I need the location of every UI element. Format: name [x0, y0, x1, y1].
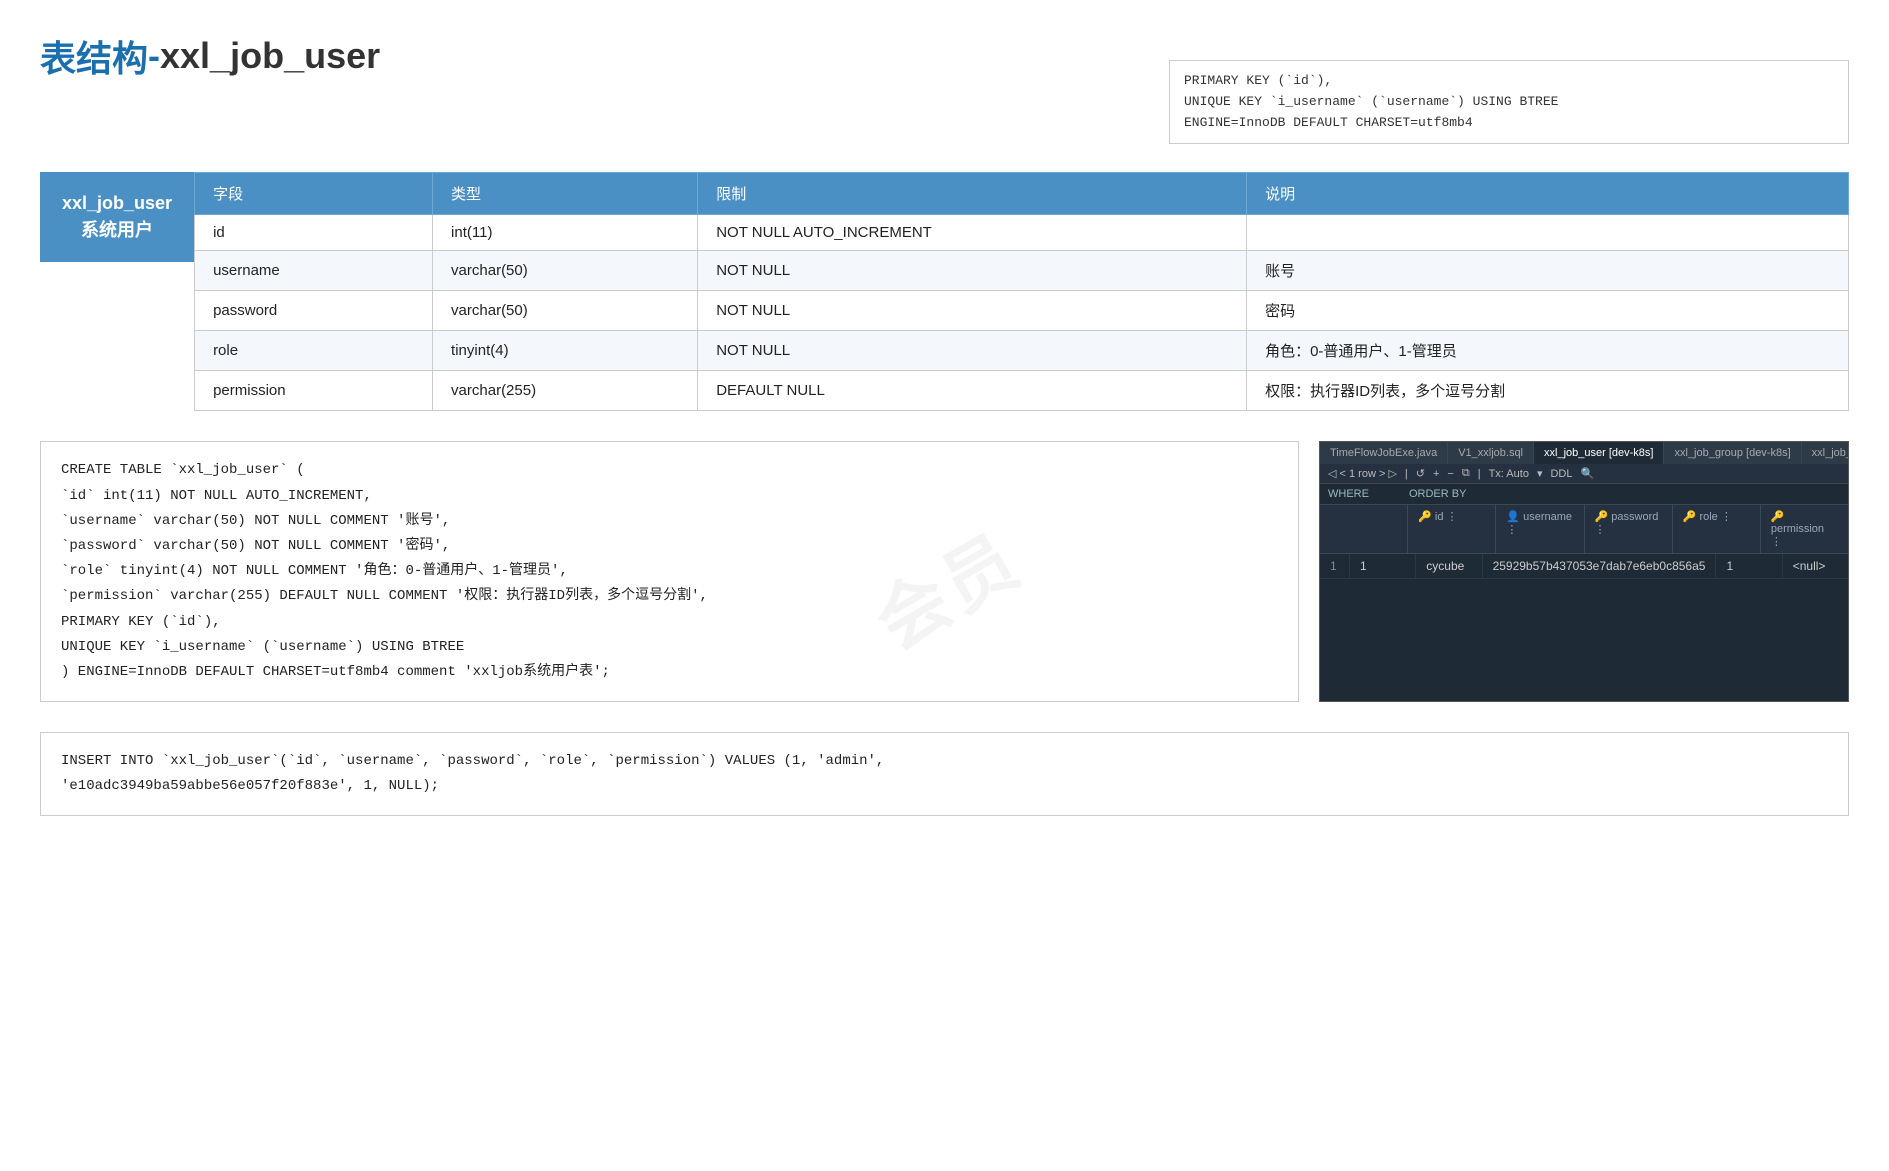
- db-tab-2[interactable]: xxl_job_user [dev-k8s]: [1534, 442, 1664, 464]
- cell-desc-1: 账号: [1247, 251, 1849, 291]
- table-label: xxl_job_user 系统用户: [40, 172, 194, 262]
- cell-type-3: tinyint(4): [433, 331, 698, 371]
- cell-type-1: varchar(50): [433, 251, 698, 291]
- insert-sql-line-0: INSERT INTO `xxl_job_user`(`id`, `userna…: [61, 749, 1828, 774]
- filter-where[interactable]: WHERE: [1328, 488, 1369, 500]
- toolbar-rows: ◁ < 1 row > ▷: [1328, 467, 1397, 480]
- top-sql-box: PRIMARY KEY (`id`), UNIQUE KEY `i_userna…: [1169, 60, 1849, 144]
- title-english: xxl_job_user: [160, 35, 380, 77]
- cell-field-4: permission: [195, 371, 433, 411]
- db-cell-role: 1: [1716, 554, 1782, 578]
- col-header-field: 字段: [195, 173, 433, 215]
- top-sql-line-3: ENGINE=InnoDB DEFAULT CHARSET=utf8mb4: [1184, 113, 1834, 134]
- toolbar-search[interactable]: 🔍: [1580, 467, 1594, 480]
- create-sql-box: CREATE TABLE `xxl_job_user` ( `id` int(1…: [40, 441, 1299, 702]
- db-toolbar: ◁ < 1 row > ▷ | ↺ + − ⧉ | Tx: Auto ▾ DDL…: [1320, 464, 1848, 484]
- col-header-constraint: 限制: [698, 173, 1247, 215]
- table-row: permissionvarchar(255)DEFAULT NULL权限：执行器…: [195, 371, 1849, 411]
- create-sql-line-1: `id` int(11) NOT NULL AUTO_INCREMENT,: [61, 484, 1278, 509]
- table-row: usernamevarchar(50)NOT NULL账号: [195, 251, 1849, 291]
- toolbar-sep3: ▾: [1537, 467, 1543, 480]
- toolbar-ddl[interactable]: DDL: [1550, 468, 1572, 480]
- db-tab-3[interactable]: xxl_job_group [dev-k8s]: [1664, 442, 1801, 464]
- cell-field-3: role: [195, 331, 433, 371]
- col-header-desc: 说明: [1247, 173, 1849, 215]
- title-chinese: 表结构: [40, 30, 148, 82]
- title-separator: -: [148, 35, 160, 77]
- cell-field-2: password: [195, 291, 433, 331]
- db-row-num: 1: [1320, 554, 1350, 578]
- db-tab-4[interactable]: xxl_job_log_report [dev-k8s: [1802, 442, 1848, 464]
- insert-sql-section: INSERT INTO `xxl_job_user`(`id`, `userna…: [40, 732, 1849, 816]
- cell-constraint-4: DEFAULT NULL: [698, 371, 1247, 411]
- cell-field-0: id: [195, 215, 433, 251]
- db-data-row: 1 1 cycube 25929b57b437053e7dab7e6eb0c85…: [1320, 554, 1848, 579]
- db-col-num: [1320, 505, 1408, 553]
- create-sql-line-6: PRIMARY KEY (`id`),: [61, 610, 1278, 635]
- db-col-role: 🔑 role ⋮: [1673, 505, 1761, 553]
- db-tabs: TimeFlowJobExe.javaV1_xxljob.sqlxxl_job_…: [1320, 442, 1848, 464]
- toolbar-refresh[interactable]: ↺: [1416, 467, 1425, 480]
- create-sql-line-8: ) ENGINE=InnoDB DEFAULT CHARSET=utf8mb4 …: [61, 660, 1278, 685]
- col-header-type: 类型: [433, 173, 698, 215]
- create-sql-line-2: `username` varchar(50) NOT NULL COMMENT …: [61, 509, 1278, 534]
- toolbar-tx: Tx: Auto: [1489, 468, 1529, 480]
- cell-type-0: int(11): [433, 215, 698, 251]
- db-col-password: 🔑 password ⋮: [1585, 505, 1673, 553]
- create-sql-line-3: `password` varchar(50) NOT NULL COMMENT …: [61, 534, 1278, 559]
- db-cell-username: cycube: [1416, 554, 1482, 578]
- db-col-permission: 🔑 permission ⋮: [1761, 505, 1848, 553]
- db-tab-0[interactable]: TimeFlowJobExe.java: [1320, 442, 1448, 464]
- create-sql-line-5: `permission` varchar(255) DEFAULT NULL C…: [61, 584, 1278, 609]
- toolbar-copy[interactable]: ⧉: [1462, 467, 1470, 480]
- db-cell-id: 1: [1350, 554, 1416, 578]
- db-screenshot: TimeFlowJobExe.javaV1_xxljob.sqlxxl_job_…: [1319, 441, 1849, 702]
- cell-type-2: varchar(50): [433, 291, 698, 331]
- create-sql-line-0: CREATE TABLE `xxl_job_user` (: [61, 458, 1278, 483]
- insert-sql-line-1: 'e10adc3949ba59abbe56e057f20f883e', 1, N…: [61, 774, 1828, 799]
- db-col-username: 👤 username ⋮: [1496, 505, 1584, 553]
- create-sql-line-4: `role` tinyint(4) NOT NULL COMMENT '角色：0…: [61, 559, 1278, 584]
- toolbar-minus[interactable]: −: [1447, 468, 1453, 480]
- top-sql-line-2: UNIQUE KEY `i_username` (`username`) USI…: [1184, 92, 1834, 113]
- table-row: passwordvarchar(50)NOT NULL密码: [195, 291, 1849, 331]
- cell-type-4: varchar(255): [433, 371, 698, 411]
- top-sql-line-1: PRIMARY KEY (`id`),: [1184, 71, 1834, 92]
- cell-constraint-0: NOT NULL AUTO_INCREMENT: [698, 215, 1247, 251]
- cell-field-1: username: [195, 251, 433, 291]
- db-filter-row: WHERE ORDER BY: [1320, 484, 1848, 505]
- db-cell-permission: <null>: [1783, 554, 1848, 578]
- cell-constraint-3: NOT NULL: [698, 331, 1247, 371]
- table-row: roletinyint(4)NOT NULL角色：0-普通用户、1-管理员: [195, 331, 1849, 371]
- db-tab-1[interactable]: V1_xxljob.sql: [1448, 442, 1534, 464]
- cell-desc-0: [1247, 215, 1849, 251]
- table-label-line2: 系统用户: [62, 217, 172, 244]
- table-row: idint(11)NOT NULL AUTO_INCREMENT: [195, 215, 1849, 251]
- cell-constraint-2: NOT NULL: [698, 291, 1247, 331]
- db-table-header: 🔑 id ⋮ 👤 username ⋮ 🔑 password ⋮ 🔑 role …: [1320, 505, 1848, 554]
- rows-label: 1 row: [1349, 468, 1376, 480]
- toolbar-sep1: |: [1405, 468, 1408, 480]
- bottom-section: CREATE TABLE `xxl_job_user` ( `id` int(1…: [40, 441, 1849, 702]
- db-col-id: 🔑 id ⋮: [1408, 505, 1496, 553]
- create-sql-line-7: UNIQUE KEY `i_username` (`username`) USI…: [61, 635, 1278, 660]
- cell-desc-3: 角色：0-普通用户、1-管理员: [1247, 331, 1849, 371]
- cell-constraint-1: NOT NULL: [698, 251, 1247, 291]
- structure-table: 字段 类型 限制 说明 idint(11)NOT NULL AUTO_INCRE…: [194, 172, 1849, 411]
- filter-order[interactable]: ORDER BY: [1409, 488, 1466, 500]
- table-structure-section: xxl_job_user 系统用户 字段 类型 限制 说明 idint(11)N…: [40, 172, 1849, 411]
- table-label-line1: xxl_job_user: [62, 190, 172, 217]
- toolbar-add[interactable]: +: [1433, 468, 1439, 480]
- db-cell-password: 25929b57b437053e7dab7e6eb0c856a5: [1483, 554, 1717, 578]
- toolbar-sep2: |: [1478, 468, 1481, 480]
- cell-desc-2: 密码: [1247, 291, 1849, 331]
- cell-desc-4: 权限：执行器ID列表，多个逗号分割: [1247, 371, 1849, 411]
